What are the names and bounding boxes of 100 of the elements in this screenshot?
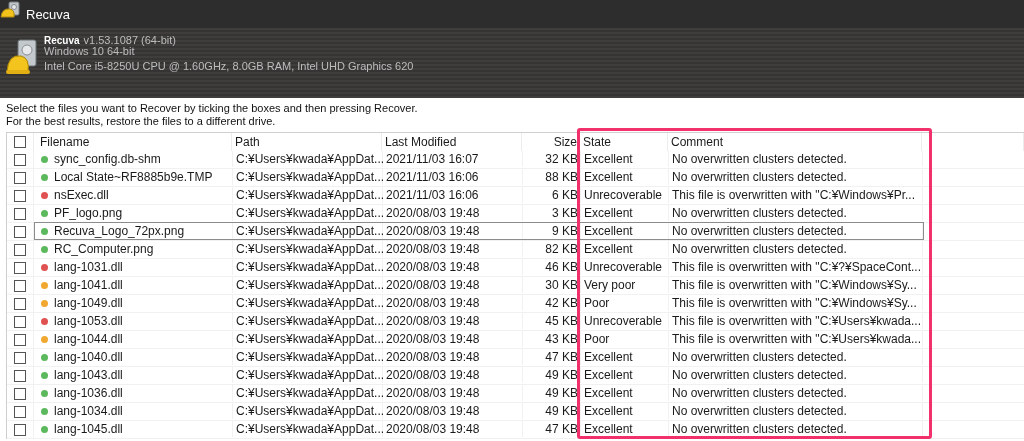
select-all-checkbox[interactable] (14, 136, 26, 148)
row-checkbox[interactable] (14, 225, 26, 238)
path-cell: C:¥Users¥kwada¥AppDat... (233, 367, 383, 383)
file-row[interactable]: lang-1044.dll C:¥Users¥kwada¥AppDat... 2020/08/03 19:48 43 KB Poor This file is overwritten with "C:¥Users¥kwada... (7, 331, 1024, 349)
filename-cell: lang-1031.dll (54, 260, 123, 274)
modified-cell: 2020/08/03 19:48 (383, 385, 523, 401)
path-cell: C:¥Users¥kwada¥AppDat... (233, 169, 383, 185)
comment-cell: This file is overwritten with "C:¥Windows¥Pr... (669, 187, 923, 203)
comment-cell: No overwritten clusters detected. (669, 205, 923, 221)
state-header[interactable]: State (580, 133, 668, 151)
state-cell: Excellent (581, 421, 669, 437)
file-row[interactable]: lang-1031.dll C:¥Users¥kwada¥AppDat... 2020/08/03 19:48 46 KB Unrecoverable This file is overwritten with "C:¥?¥SpaceCont... (7, 259, 1024, 277)
version-text: v1.53.1087 (64-bit) (83, 35, 176, 46)
state-cell: Unrecoverable (581, 259, 669, 275)
row-checkbox[interactable] (14, 279, 26, 292)
path-cell: C:¥Users¥kwada¥AppDat... (233, 241, 383, 257)
file-row[interactable]: lang-1040.dll C:¥Users¥kwada¥AppDat... 2020/08/03 19:48 47 KB Excellent No overwritten clusters detected. (7, 349, 1024, 367)
file-row[interactable]: lang-1034.dll C:¥Users¥kwada¥AppDat... 2020/08/03 19:48 49 KB Excellent No overwritten clusters detected. (7, 403, 1024, 421)
file-row[interactable]: lang-1053.dll C:¥Users¥kwada¥AppDat... 2020/08/03 19:48 45 KB Unrecoverable This file is overwritten with "C:¥Users¥kwada... (7, 313, 1024, 331)
path-cell: C:¥Users¥kwada¥AppDat... (233, 205, 383, 221)
comment-header[interactable]: Comment (668, 133, 922, 151)
modified-cell: 2020/08/03 19:48 (383, 277, 523, 293)
row-checkbox[interactable] (14, 171, 26, 184)
comment-cell: No overwritten clusters detected. (669, 151, 923, 167)
file-row[interactable]: lang-1045.dll C:¥Users¥kwada¥AppDat... 2020/08/03 19:48 47 KB Excellent No overwritten clusters detected. (7, 421, 1024, 439)
size-cell: 3 KB (523, 205, 581, 221)
file-row[interactable]: lang-1036.dll C:¥Users¥kwada¥AppDat... 2020/08/03 19:48 49 KB Excellent No overwritten clusters detected. (7, 385, 1024, 403)
file-row[interactable]: lang-1043.dll C:¥Users¥kwada¥AppDat... 2020/08/03 19:48 49 KB Excellent No overwritten clusters detected. (7, 367, 1024, 385)
filename-cell: lang-1049.dll (54, 296, 123, 310)
comment-cell: No overwritten clusters detected. (669, 367, 923, 383)
state-cell: Excellent (581, 205, 669, 221)
filename-header[interactable]: Filename (34, 133, 232, 151)
path-cell: C:¥Users¥kwada¥AppDat... (233, 385, 383, 401)
modified-cell: 2020/08/03 19:48 (383, 205, 523, 221)
size-cell: 49 KB (523, 385, 581, 401)
modified-cell: 2020/08/03 19:48 (383, 421, 523, 437)
size-cell: 49 KB (523, 403, 581, 419)
modified-cell: 2021/11/03 16:07 (383, 151, 523, 167)
comment-cell: No overwritten clusters detected. (669, 169, 923, 185)
comment-cell: No overwritten clusters detected. (669, 403, 923, 419)
file-row[interactable]: Local State~RF8885b9e.TMP C:¥Users¥kwada¥AppDat... 2021/11/03 16:06 88 KB Excellent No overwritten clusters detected. (7, 169, 1024, 187)
row-checkbox[interactable] (14, 207, 26, 220)
size-cell: 47 KB (523, 349, 581, 365)
size-cell: 9 KB (523, 223, 581, 239)
filename-cell: sync_config.db-shm (54, 152, 161, 166)
modified-cell: 2020/08/03 19:48 (383, 259, 523, 275)
row-checkbox[interactable] (14, 189, 26, 202)
path-cell: C:¥Users¥kwada¥AppDat... (233, 151, 383, 167)
row-checkbox[interactable] (14, 369, 26, 382)
state-cell: Excellent (581, 349, 669, 365)
filename-cell: lang-1045.dll (54, 422, 123, 436)
row-checkbox[interactable] (14, 333, 26, 346)
file-row[interactable]: nsExec.dll C:¥Users¥kwada¥AppDat... 2021/11/03 16:06 6 KB Unrecoverable This file is overwritten with "C:¥Windows¥Pr... (7, 187, 1024, 205)
state-cell: Excellent (581, 367, 669, 383)
size-cell: 49 KB (523, 367, 581, 383)
file-row[interactable]: lang-1041.dll C:¥Users¥kwada¥AppDat... 2020/08/03 19:48 30 KB Very poor This file is overwritten with "C:¥Windows¥Sy... (7, 277, 1024, 295)
file-row[interactable]: PF_logo.png C:¥Users¥kwada¥AppDat... 2020/08/03 19:48 3 KB Excellent No overwritten clusters detected. (7, 205, 1024, 223)
state-cell: Excellent (581, 403, 669, 419)
row-checkbox[interactable] (14, 387, 26, 400)
comment-cell: No overwritten clusters detected. (669, 385, 923, 401)
modified-header[interactable]: Last Modified (382, 133, 522, 151)
row-checkbox[interactable] (14, 243, 26, 256)
state-cell: Very poor (581, 277, 669, 293)
state-cell: Excellent (581, 385, 669, 401)
file-row[interactable]: sync_config.db-shm C:¥Users¥kwada¥AppDat... 2021/11/03 16:07 32 KB Excellent No overwritten clusters detected. (7, 151, 1024, 169)
row-checkbox[interactable] (14, 351, 26, 364)
path-cell: C:¥Users¥kwada¥AppDat... (233, 295, 383, 311)
path-cell: C:¥Users¥kwada¥AppDat... (233, 223, 383, 239)
modified-cell: 2020/08/03 19:48 (383, 241, 523, 257)
filename-cell: lang-1036.dll (54, 386, 123, 400)
path-header[interactable]: Path (232, 133, 382, 151)
filename-cell: nsExec.dll (54, 188, 109, 202)
row-checkbox[interactable] (14, 315, 26, 328)
file-row[interactable]: lang-1049.dll C:¥Users¥kwada¥AppDat... 2020/08/03 19:48 42 KB Poor This file is overwritten with "C:¥Windows¥Sy... (7, 295, 1024, 313)
row-checkbox[interactable] (14, 423, 26, 436)
modified-cell: 2021/11/03 16:06 (383, 187, 523, 203)
state-cell: Unrecoverable (581, 187, 669, 203)
row-checkbox[interactable] (14, 261, 26, 274)
size-cell: 30 KB (523, 277, 581, 293)
row-checkbox[interactable] (14, 405, 26, 418)
modified-cell: 2020/08/03 19:48 (383, 331, 523, 347)
size-header[interactable]: Size (522, 133, 580, 151)
size-cell: 32 KB (523, 151, 581, 167)
file-row[interactable]: RC_Computer.png C:¥Users¥kwada¥AppDat... 2020/08/03 19:48 82 KB Excellent No overwritten clusters detected. (7, 241, 1024, 259)
state-cell: Excellent (581, 241, 669, 257)
filename-cell: RC_Computer.png (54, 242, 154, 256)
window-title: Recuva (26, 6, 71, 22)
row-checkbox[interactable] (14, 153, 26, 166)
modified-cell: 2020/08/03 19:48 (383, 223, 523, 239)
instruction-text: Select the files you want to Recover by ticking the boxes and then pressing Recover. (6, 102, 419, 115)
row-checkbox[interactable] (14, 297, 26, 310)
modified-cell: 2021/11/03 16:06 (383, 169, 523, 185)
path-cell: C:¥Users¥kwada¥AppDat... (233, 259, 383, 275)
size-cell: 43 KB (523, 331, 581, 347)
hardware-text: Intel Core i5-8250U CPU @ 1.60GHz, 8.0GB RAM, Intel UHD Graphics 620 (44, 61, 414, 72)
state-cell: Poor (581, 331, 669, 347)
comment-cell: This file is overwritten with "C:¥Windows¥Sy... (669, 277, 923, 293)
filename-cell: PF_logo.png (54, 206, 123, 220)
size-cell: 46 KB (523, 259, 581, 275)
state-cell: Unrecoverable (581, 313, 669, 329)
